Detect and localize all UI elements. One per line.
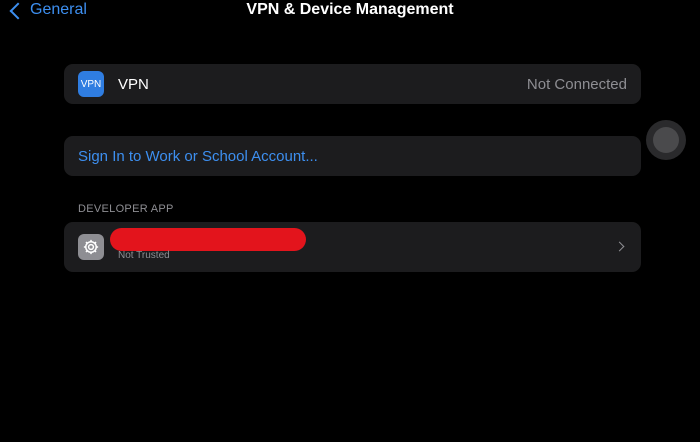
settings-gear-icon <box>78 234 104 260</box>
developer-app-row[interactable]: Not Trusted <box>64 222 641 272</box>
vpn-icon: VPN <box>78 71 104 97</box>
vpn-status: Not Connected <box>526 75 627 93</box>
vpn-row[interactable]: VPN VPN Not Connected <box>64 64 641 104</box>
assistive-touch-inner <box>653 127 679 153</box>
redaction-mark <box>110 228 306 251</box>
sign-in-account-button[interactable]: Sign In to Work or School Account... <box>64 136 641 176</box>
developer-app-section-header: DEVELOPER APP <box>78 203 174 215</box>
assistive-touch-button[interactable] <box>646 120 686 160</box>
vpn-label: VPN <box>118 75 149 93</box>
sign-in-label: Sign In to Work or School Account... <box>78 147 318 165</box>
developer-app-status: Not Trusted <box>118 250 170 261</box>
settings-screen: General VPN & Device Management VPN VPN … <box>0 0 700 442</box>
page-title: VPN & Device Management <box>246 1 454 18</box>
chevron-right-icon <box>614 241 625 252</box>
